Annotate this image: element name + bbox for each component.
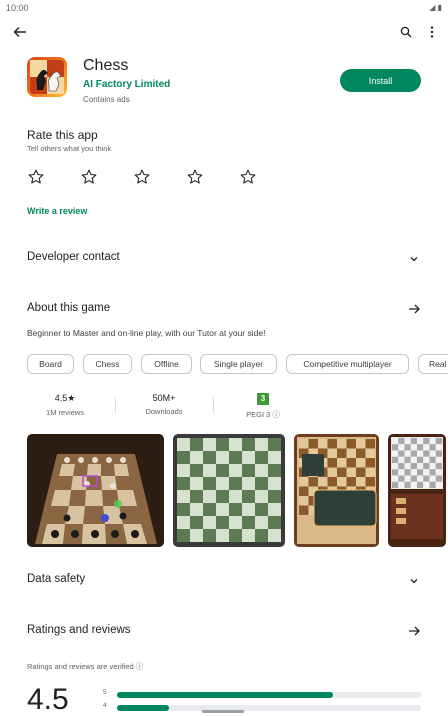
stat-divider xyxy=(213,397,214,413)
rate-app-title: Rate this app xyxy=(27,128,98,142)
star-5-icon[interactable] xyxy=(239,168,257,186)
rating-bar-stars: 4 xyxy=(103,702,107,709)
screenshot-carousel xyxy=(27,434,448,547)
ratings-reviews-header[interactable]: Ratings and reviews xyxy=(27,624,131,636)
pegi-label: PEGI 3 ⓘ xyxy=(246,410,280,419)
reviews-count: 1M reviews xyxy=(46,408,84,417)
screenshot-settings[interactable] xyxy=(388,434,446,547)
home-indicator xyxy=(202,710,244,713)
chip-chess[interactable]: Chess xyxy=(83,354,132,374)
about-description: Beginner to Master and on-line play, wit… xyxy=(27,328,266,338)
install-button[interactable]: Install xyxy=(340,69,421,92)
stat-rating: 4.5★ 1M reviews xyxy=(37,393,93,417)
write-review-link[interactable]: Write a review xyxy=(27,206,87,216)
rating-bar-track xyxy=(117,705,421,711)
rate-app-subtitle: Tell others what you think xyxy=(27,144,112,153)
chip-single-player[interactable]: Single player xyxy=(200,354,277,374)
top-app-bar xyxy=(0,18,448,46)
rating-bar-row: 4 xyxy=(103,702,423,712)
app-title: Chess xyxy=(83,57,129,74)
overall-rating: 4.5 xyxy=(27,683,69,716)
screenshot-3d-board[interactable] xyxy=(27,434,164,547)
more-options-icon[interactable] xyxy=(420,20,444,44)
rating-bar-fill xyxy=(117,692,333,698)
star-1-icon[interactable] xyxy=(27,168,45,186)
rating-bar-fill xyxy=(117,705,169,711)
downloads-label: Downloads xyxy=(145,407,183,416)
star-2-icon[interactable] xyxy=(80,168,98,186)
chevron-down-icon[interactable] xyxy=(406,251,422,267)
developer-link[interactable]: AI Factory Limited xyxy=(83,79,170,90)
stat-pegi[interactable]: 3 PEGI 3 ⓘ xyxy=(235,393,291,420)
downloads-value: 50M+ xyxy=(152,393,176,403)
app-stats: 4.5★ 1M reviews 50M+ Downloads 3 PEGI 3 … xyxy=(27,393,327,423)
search-icon[interactable] xyxy=(394,20,418,44)
stat-downloads: 50M+ Downloads xyxy=(137,393,191,416)
chess-app-logo xyxy=(30,60,64,94)
battery-signal-icon: ◢ ▮ xyxy=(429,3,442,12)
arrow-right-icon[interactable] xyxy=(406,301,422,317)
rating-bar-track xyxy=(117,692,421,698)
arrow-right-icon[interactable] xyxy=(406,623,422,639)
chip-board[interactable]: Board xyxy=(27,354,74,374)
star-3-icon[interactable] xyxy=(133,168,151,186)
about-game-header[interactable]: About this game xyxy=(27,302,110,314)
status-bar: 10:00 ◢ ▮ xyxy=(0,0,448,16)
data-safety-header[interactable]: Data safety xyxy=(27,573,85,585)
contains-ads-label: Contains ads xyxy=(83,95,130,104)
app-icon xyxy=(27,57,67,97)
rating-bar-stars: 5 xyxy=(103,689,107,696)
stat-divider xyxy=(115,397,116,413)
developer-contact-header[interactable]: Developer contact xyxy=(27,251,120,263)
rating-bar-row: 5 xyxy=(103,689,423,699)
pegi-badge-icon: 3 xyxy=(257,393,269,405)
category-chips: Board Chess Offline Single player Compet… xyxy=(27,354,448,374)
ratings-verified-note: Ratings and reviews are verified ⓘ xyxy=(27,662,144,671)
back-arrow-icon[interactable] xyxy=(8,20,32,44)
chip-offline[interactable]: Offline xyxy=(141,354,192,374)
screenshot-2d-board[interactable] xyxy=(173,434,285,547)
rating-value: 4.5★ xyxy=(54,393,76,403)
status-time: 10:00 xyxy=(6,3,29,13)
star-4-icon[interactable] xyxy=(186,168,204,186)
chip-competitive-multiplayer[interactable]: Competitive multiplayer xyxy=(286,354,409,374)
chip-real[interactable]: Real xyxy=(418,354,448,374)
chevron-down-icon[interactable] xyxy=(406,573,422,589)
screenshot-tutor[interactable] xyxy=(294,434,379,547)
